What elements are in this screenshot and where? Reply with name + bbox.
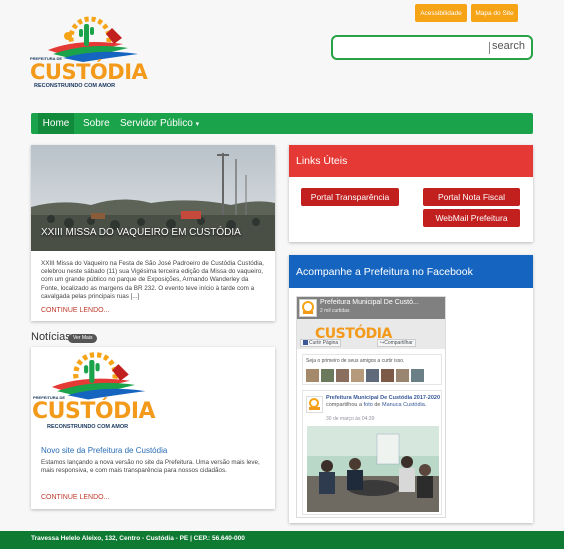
- fb-page-name[interactable]: Prefeitura Municipal De Custó...: [320, 299, 419, 306]
- fb-like-label: Curtir Página: [309, 340, 339, 346]
- friend-avatar[interactable]: [381, 369, 394, 382]
- main-navigation: Home Sobre Servidor Público ▾: [31, 113, 533, 134]
- fb-post-avatar[interactable]: [306, 396, 323, 413]
- logo-emblem-icon: [302, 301, 314, 314]
- fb-post: Prefeitura Municipal De Custódia 2017-20…: [302, 390, 442, 515]
- search-button[interactable]: search: [492, 40, 525, 52]
- fb-share-label: Compartilhar: [384, 340, 413, 346]
- fb-friends-box: Seja o primeiro de seus amigos a curtir …: [302, 354, 442, 385]
- fb-post-header: Prefeitura Municipal De Custódia 2017-20…: [326, 395, 441, 409]
- news-heading: Notícias: [31, 331, 71, 343]
- portal-nota-fiscal-button[interactable]: Portal Nota Fiscal: [423, 188, 520, 206]
- logo-emblem-icon: [51, 352, 146, 400]
- friend-avatar[interactable]: [366, 369, 379, 382]
- footer: Travessa Helelo Aleixo, 132, Centro - Cu…: [0, 531, 564, 549]
- see-more-badge[interactable]: Ver Mais: [68, 334, 98, 343]
- featured-post-image[interactable]: XXIII MISSA DO VAQUEIRO EM CUSTÓDIA: [31, 145, 275, 251]
- fb-friends-text: Seja o primeiro de seus amigos a curtir …: [306, 358, 405, 364]
- fb-post-of: de: [374, 402, 381, 408]
- facebook-title: Acompanhe a Prefeitura no Facebook: [296, 266, 473, 278]
- news-excerpt: Estamos lançando a nova versão no site d…: [41, 459, 260, 475]
- logo-tagline: RECONSTRUINDO COM AMOR: [34, 83, 116, 89]
- facebook-panel: Acompanhe a Prefeitura no Facebook CUSTÓ…: [289, 255, 533, 523]
- featured-post-excerpt: XXIII Missa do Vaqueiro na Festa de São …: [41, 260, 264, 300]
- webmail-button[interactable]: WebMail Prefeitura: [423, 209, 520, 227]
- fb-post-action: compartilhou a: [326, 402, 363, 408]
- friend-avatar[interactable]: [321, 369, 334, 382]
- fb-page-avatar[interactable]: [299, 299, 317, 317]
- news-logo-tagline: RECONSTRUINDO COM AMOR: [47, 424, 129, 430]
- search-input[interactable]: [337, 39, 487, 56]
- chevron-down-icon: ▾: [195, 121, 200, 128]
- links-uteis-title: Links Úteis: [296, 155, 348, 167]
- logo-emblem-icon: [309, 398, 320, 410]
- search-divider: [489, 42, 490, 54]
- featured-overlay-title[interactable]: XXIII MISSA DO VAQUEIRO EM CUSTÓDIA: [41, 227, 241, 238]
- accessibility-button[interactable]: Acessibilidade: [415, 4, 467, 22]
- featured-continue-link[interactable]: CONTINUE LENDO...: [41, 307, 109, 314]
- logo-emblem-icon: [48, 16, 138, 62]
- fb-share-button[interactable]: ↪Compartilhar: [377, 339, 416, 347]
- fb-post-photo-link[interactable]: foto: [364, 402, 373, 408]
- nav-sobre[interactable]: Sobre: [83, 113, 110, 134]
- friend-avatar[interactable]: [411, 369, 424, 382]
- fb-post-author-link[interactable]: Manuca Custódia.: [382, 402, 426, 408]
- logo-name: CUSTÓDIA: [30, 60, 148, 84]
- facebook-cover: CUSTÓDIA Prefeitura Municipal De Custó..…: [297, 297, 445, 349]
- news-title-link[interactable]: Novo site da Prefeitura de Custódia: [41, 446, 167, 455]
- news-logo-image[interactable]: PREFEITURA DE CUSTÓDIA RECONSTRUINDO COM…: [31, 347, 161, 437]
- links-uteis-header: Links Úteis: [289, 145, 533, 177]
- fb-post-photo[interactable]: [307, 426, 439, 512]
- facebook-page-widget[interactable]: CUSTÓDIA Prefeitura Municipal De Custó..…: [296, 296, 446, 518]
- fb-post-page-link[interactable]: Prefeitura Municipal De Custódia 2017-20…: [326, 395, 440, 401]
- links-uteis-panel: Links Úteis Portal Transparência Portal …: [289, 145, 533, 242]
- friend-avatar[interactable]: [336, 369, 349, 382]
- fb-like-page-button[interactable]: Curtir Página: [300, 339, 342, 347]
- fb-friend-avatars: [306, 369, 424, 382]
- fb-likes-count: 2 mil curtidas: [320, 308, 350, 314]
- featured-post-card: XXIII MISSA DO VAQUEIRO EM CUSTÓDIA XXII…: [31, 145, 275, 321]
- sitemap-button[interactable]: Mapa do Site: [471, 4, 518, 22]
- nav-servidor-label: Servidor Público: [120, 118, 193, 129]
- friend-avatar[interactable]: [396, 369, 409, 382]
- news-logo-name: CUSTÓDIA: [32, 399, 156, 424]
- facebook-f-icon: [303, 340, 308, 346]
- footer-address: Travessa Helelo Aleixo, 132, Centro - Cu…: [31, 535, 245, 542]
- nav-home[interactable]: Home: [38, 113, 74, 134]
- search-box[interactable]: search: [331, 35, 533, 60]
- portal-transparencia-button[interactable]: Portal Transparência: [301, 188, 399, 206]
- nav-servidor-publico[interactable]: Servidor Público ▾: [120, 113, 199, 134]
- meeting-photo-icon: [307, 426, 439, 512]
- friend-avatar[interactable]: [306, 369, 319, 382]
- site-logo[interactable]: PREFEITURA DE CUSTÓDIA RECONSTRUINDO COM…: [28, 14, 153, 94]
- fb-post-date[interactable]: 30 de março às 04:39: [326, 416, 374, 422]
- facebook-header: Acompanhe a Prefeitura no Facebook: [289, 255, 533, 288]
- friend-avatar[interactable]: [351, 369, 364, 382]
- news-continue-link[interactable]: CONTINUE LENDO...: [41, 494, 109, 501]
- news-card: PREFEITURA DE CUSTÓDIA RECONSTRUINDO COM…: [31, 347, 275, 509]
